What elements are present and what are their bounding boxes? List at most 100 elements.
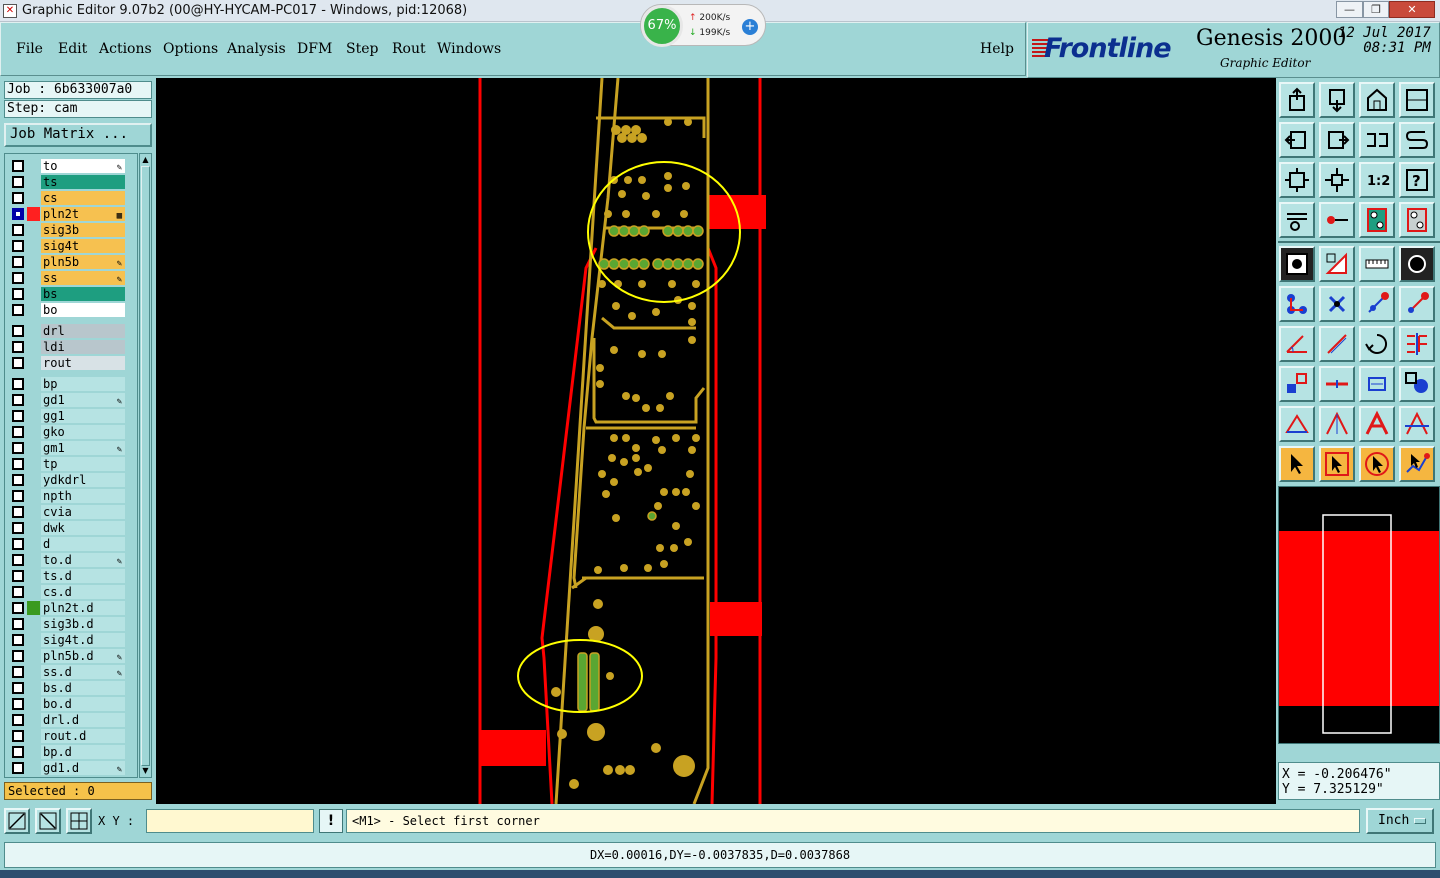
snap-circle-icon[interactable] — [1279, 246, 1315, 282]
layer-name[interactable]: ss ✎ — [41, 271, 125, 285]
layer-name[interactable]: bs.d — [41, 681, 125, 695]
layer-name[interactable]: cs — [41, 191, 125, 205]
layer-row[interactable]: tp — [7, 456, 127, 472]
s-curve-icon[interactable] — [1399, 122, 1435, 158]
layer-checkbox[interactable] — [12, 192, 24, 204]
select-node-icon[interactable] — [1399, 446, 1435, 482]
layer-checkbox[interactable] — [12, 341, 24, 353]
draw-diagonal-icon[interactable] — [35, 808, 61, 834]
layer-row[interactable]: gd1.d ✎ — [7, 760, 127, 776]
line-node-icon[interactable] — [1359, 286, 1395, 322]
layer-name[interactable]: gg1 — [41, 409, 125, 423]
layer-name[interactable]: pln5b.d ✎ — [41, 649, 125, 663]
layer-checkbox[interactable] — [12, 570, 24, 582]
layer-row[interactable]: ts — [7, 174, 127, 190]
layer-name[interactable]: dwk — [41, 521, 125, 535]
layer-name[interactable]: sig3b.d — [41, 617, 125, 631]
minus-icon[interactable] — [1319, 366, 1355, 402]
layer-checkbox[interactable] — [12, 762, 24, 774]
layer-name[interactable]: cvia — [41, 505, 125, 519]
copy-shape-icon[interactable] — [1279, 366, 1315, 402]
layer-name[interactable]: ydkdrl — [41, 473, 125, 487]
layer-row[interactable]: cs — [7, 190, 127, 206]
layer-name[interactable]: tp — [41, 457, 125, 471]
layer-row[interactable]: gg1 — [7, 408, 127, 424]
ratio-1-2-icon[interactable]: 1:2 — [1359, 162, 1395, 198]
fit-icon[interactable] — [1279, 162, 1315, 198]
layer-row[interactable]: drl.d — [7, 712, 127, 728]
layer-row[interactable]: npth — [7, 488, 127, 504]
layer-checkbox[interactable] — [12, 554, 24, 566]
layer-row[interactable]: rout — [7, 355, 127, 371]
layer-checkbox[interactable] — [12, 458, 24, 470]
layer-checkbox[interactable] — [12, 618, 24, 630]
layer-name[interactable]: gd1 ✎ — [41, 393, 125, 407]
select-circle-icon[interactable] — [1359, 446, 1395, 482]
layer-name[interactable]: gd1.d ✎ — [41, 761, 125, 775]
layer-checkbox[interactable] — [12, 272, 24, 284]
arc-c-icon[interactable] — [1359, 406, 1395, 442]
layer-checkbox[interactable] — [12, 394, 24, 406]
layer-row[interactable]: pln2t.d — [7, 600, 127, 616]
cross-icon[interactable] — [1319, 286, 1355, 322]
pin-icon[interactable] — [1319, 202, 1355, 238]
layer-name[interactable]: pln2t ▦ — [41, 207, 125, 221]
layer-checkbox[interactable] — [12, 288, 24, 300]
layer-name[interactable]: ldi — [41, 340, 125, 354]
job-matrix-button[interactable]: Job Matrix ... — [4, 123, 152, 147]
layer-name[interactable]: rout — [41, 356, 125, 370]
layer-checkbox[interactable] — [12, 256, 24, 268]
layer-name[interactable]: pln5b ✎ — [41, 255, 125, 269]
layer-row[interactable]: sig3b — [7, 222, 127, 238]
layer-row[interactable]: bp — [7, 376, 127, 392]
layer-row[interactable]: drl — [7, 323, 127, 339]
zoom-window-icon[interactable] — [1399, 82, 1435, 118]
layer-name[interactable]: bp.d — [41, 745, 125, 759]
layer-checkbox[interactable] — [12, 666, 24, 678]
layer-name[interactable]: bo — [41, 303, 125, 317]
overview-map[interactable] — [1278, 486, 1440, 744]
graphic-canvas[interactable] — [156, 78, 1276, 804]
layer-checkbox[interactable] — [12, 357, 24, 369]
minimize-button[interactable]: — — [1336, 1, 1363, 18]
layer-name[interactable]: npth — [41, 489, 125, 503]
line-node-red-icon[interactable] — [1399, 286, 1435, 322]
scroll-thumb[interactable] — [141, 166, 150, 766]
layer-checkbox[interactable] — [12, 730, 24, 742]
layer-checkbox[interactable] — [12, 208, 24, 220]
resize-icon[interactable] — [1359, 366, 1395, 402]
ruler-icon[interactable] — [1359, 246, 1395, 282]
layer-row[interactable]: pln2t ▦ — [7, 206, 127, 222]
layer-name[interactable]: drl.d — [41, 713, 125, 727]
layer-name[interactable]: sig4t — [41, 239, 125, 253]
arc-b-icon[interactable] — [1319, 406, 1355, 442]
menu-rout[interactable]: Rout — [392, 41, 426, 57]
layer-checkbox[interactable] — [12, 506, 24, 518]
pan-right-icon[interactable] — [1319, 122, 1355, 158]
layer-row[interactable]: to ✎ — [7, 158, 127, 174]
xy-input[interactable] — [146, 809, 314, 833]
layer-name[interactable]: gko — [41, 425, 125, 439]
pan-left-icon[interactable] — [1279, 122, 1315, 158]
close-button[interactable]: ✕ — [1389, 1, 1435, 18]
network-speed-widget[interactable]: 67% ↑ 200K/s ↓ 199K/s + — [640, 4, 766, 47]
layer-checkbox[interactable] — [12, 304, 24, 316]
layer-row[interactable]: gm1 ✎ — [7, 440, 127, 456]
layer-name[interactable]: ts.d — [41, 569, 125, 583]
layer-row[interactable]: pln5b.d ✎ — [7, 648, 127, 664]
group-icon[interactable] — [1399, 366, 1435, 402]
exclamation-icon[interactable]: ! — [319, 809, 343, 833]
select-arrow-icon[interactable] — [1279, 446, 1315, 482]
layer-checkbox[interactable] — [12, 522, 24, 534]
layer-checkbox[interactable] — [12, 602, 24, 614]
menu-step[interactable]: Step — [346, 41, 378, 57]
units-selector[interactable]: Inch — [1366, 808, 1434, 834]
layer-checkbox[interactable] — [12, 442, 24, 454]
zoom-home-icon[interactable] — [1279, 82, 1315, 118]
layer-name[interactable]: to ✎ — [41, 159, 125, 173]
menu-analysis[interactable]: Analysis — [227, 41, 286, 57]
layer-checkbox[interactable] — [12, 714, 24, 726]
layer-color-icon[interactable] — [1359, 202, 1395, 238]
layer-row[interactable]: sig4t — [7, 238, 127, 254]
layer-name[interactable]: gm1 ✎ — [41, 441, 125, 455]
